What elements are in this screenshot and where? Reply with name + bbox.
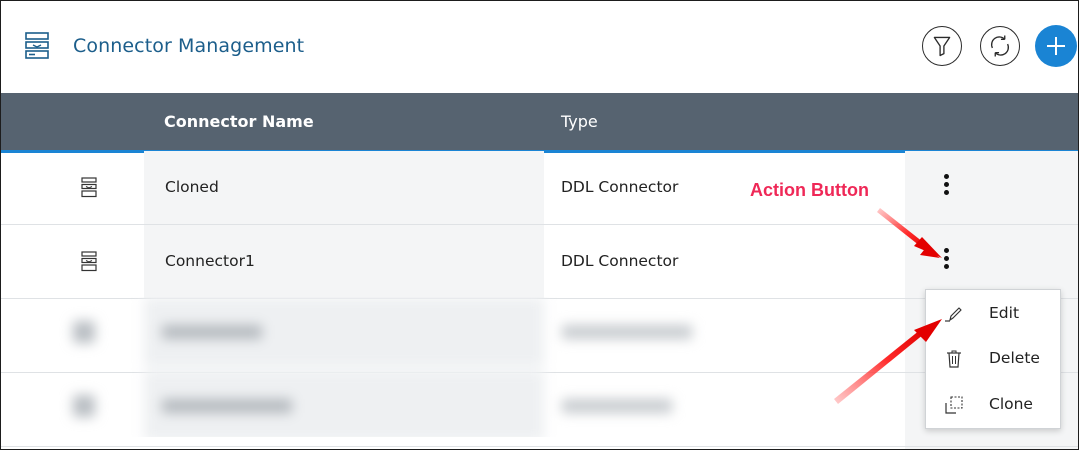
menu-item-clone[interactable]: Clone — [926, 383, 1060, 427]
plus-icon — [1047, 37, 1065, 55]
connector-type: DDL Connector — [561, 252, 679, 270]
connector-stack-icon — [25, 32, 49, 59]
filter-button[interactable] — [922, 26, 962, 66]
table-row[interactable]: Cloned DDL Connector — [1, 151, 1078, 225]
trash-icon — [947, 350, 961, 368]
clone-icon — [945, 396, 963, 414]
column-header-connector-name[interactable]: Connector Name — [164, 112, 314, 131]
pencil-icon — [945, 307, 962, 322]
kebab-menu-icon[interactable] — [939, 174, 953, 200]
blurred-icon — [73, 321, 95, 343]
page-header: Connector Management — [1, 1, 1078, 93]
row-divider — [1, 446, 1078, 447]
connector-stack-icon — [81, 177, 97, 198]
blurred-text — [162, 399, 292, 413]
annotation-label: Action Button — [750, 180, 869, 200]
menu-item-label: Edit — [989, 304, 1020, 322]
connector-type: DDL Connector — [561, 178, 679, 196]
add-connector-button[interactable] — [1035, 25, 1077, 67]
menu-item-edit[interactable]: Edit — [926, 292, 1060, 336]
blurred-content — [47, 297, 877, 437]
refresh-icon — [991, 35, 1009, 57]
refresh-button[interactable] — [980, 26, 1020, 66]
action-cell-bg — [905, 225, 1078, 298]
blurred-row — [47, 297, 877, 367]
action-cell-bg — [905, 151, 1078, 224]
blurred-icon — [73, 395, 95, 417]
kebab-menu-icon[interactable] — [939, 248, 953, 274]
app-frame: Connector Management Connector Name Type — [0, 0, 1079, 450]
filter-icon — [933, 36, 951, 57]
action-context-menu: Edit Delete Clone — [925, 289, 1061, 429]
blurred-text — [162, 325, 262, 339]
menu-item-delete[interactable]: Delete — [926, 337, 1060, 381]
blurred-row — [47, 371, 877, 437]
table-header: Connector Name Type — [1, 93, 1078, 153]
connector-stack-icon — [81, 251, 97, 272]
page-title: Connector Management — [73, 35, 305, 57]
connector-name: Cloned — [165, 178, 219, 196]
connector-name: Connector1 — [165, 252, 255, 270]
blurred-rows — [47, 297, 877, 437]
blurred-text — [562, 399, 672, 413]
table-row[interactable]: Connector1 DDL Connector — [1, 225, 1078, 299]
column-header-type[interactable]: Type — [561, 112, 598, 131]
menu-item-label: Clone — [989, 395, 1033, 413]
blurred-text — [562, 325, 692, 339]
menu-item-label: Delete — [989, 349, 1040, 367]
